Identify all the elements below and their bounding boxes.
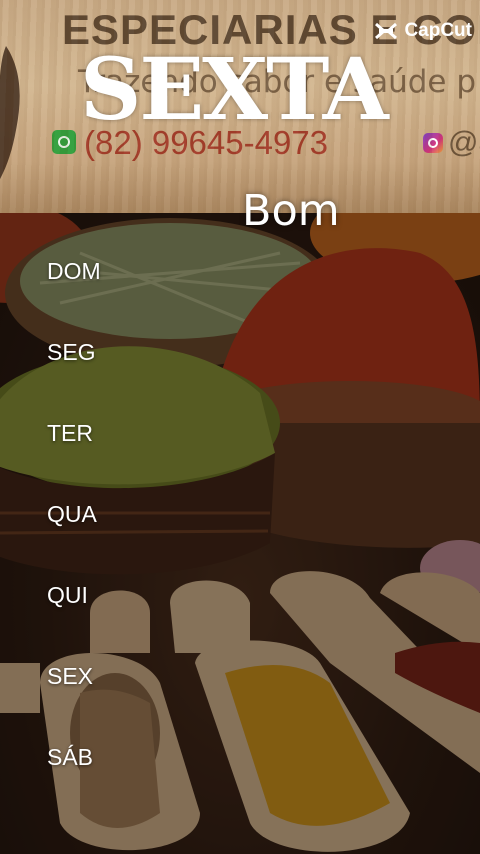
whatsapp-icon: [52, 130, 76, 154]
chili-pepper-icon: [0, 46, 20, 180]
weekday-dom[interactable]: DOM: [47, 258, 101, 285]
weekday-qua[interactable]: QUA: [47, 501, 97, 528]
capcut-watermark: CapCut: [374, 20, 472, 42]
video-frame: ESPECIARIAS E CON Trazendo sabor e saúde…: [0, 0, 480, 854]
greeting-text: Bom: [242, 186, 340, 236]
day-title: SEXTA: [80, 40, 389, 140]
weekday-ter[interactable]: TER: [47, 420, 93, 447]
banner-instagram: @a: [448, 126, 480, 159]
instagram-icon: [423, 133, 443, 153]
capcut-brand-text: CapCut: [404, 20, 472, 41]
capcut-logo-icon: [375, 22, 398, 40]
weekday-seg[interactable]: SEG: [47, 339, 96, 366]
weekday-sab[interactable]: SÁB: [47, 744, 93, 771]
weekday-qui[interactable]: QUI: [47, 582, 88, 609]
weekday-sex[interactable]: SEX: [47, 663, 93, 690]
